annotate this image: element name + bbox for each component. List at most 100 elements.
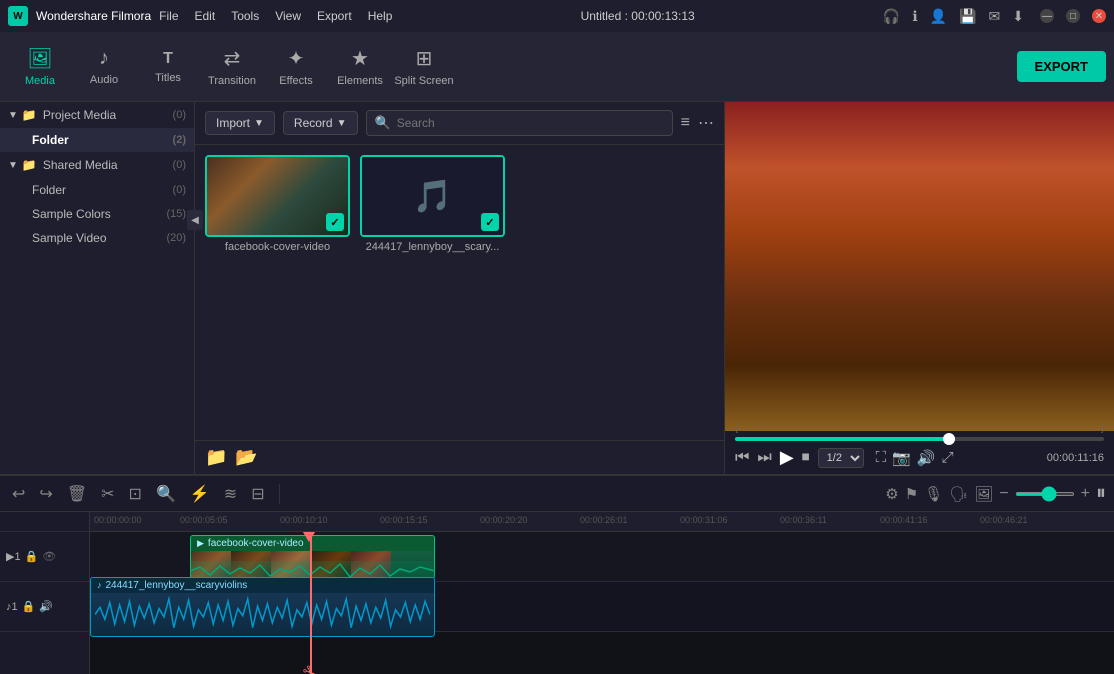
window-title: Untitled : 00:00:13:13 [581, 9, 695, 23]
step-forward-button[interactable]: ⏭ [757, 449, 771, 467]
search-box[interactable]: 🔍 [366, 110, 673, 136]
preview-video [725, 102, 1114, 431]
speed-select[interactable]: 1/2 1 2 [818, 448, 864, 468]
zoom-tl-button[interactable]: 🔍 [152, 482, 180, 506]
sidebar-project-media[interactable]: ▼ 📁 Project Media (0) [0, 102, 194, 128]
toolbar-separator [279, 484, 280, 504]
video-clip-label: facebook-cover-video [208, 538, 304, 549]
menu-edit[interactable]: Edit [195, 9, 216, 23]
sidebar-shared-media[interactable]: ▼ 📁 Shared Media (0) [0, 152, 194, 178]
stop-button[interactable]: ⏹ [802, 449, 810, 467]
media-thumb-audio: 🎵 ✓ [360, 155, 505, 237]
shared-folder-count: (0) [173, 184, 186, 196]
maximize-button[interactable]: □ [1066, 9, 1080, 23]
ruler-mark-0: 00:00:00:00 [94, 515, 142, 525]
email-icon[interactable]: ✉ [989, 8, 1001, 25]
toolbar-audio[interactable]: ♪ Audio [72, 37, 136, 97]
crop-button[interactable]: ⊡ [125, 482, 146, 506]
audio-clip[interactable]: ♪ 244417_lennyboy__scaryviolins [90, 577, 435, 637]
zoom-slider[interactable] [1015, 492, 1075, 496]
undo-button[interactable]: ↩ [8, 482, 29, 506]
menu-tools[interactable]: Tools [231, 9, 259, 23]
preview-right-buttons: ⛶ 📷 🔊 ⤢ [876, 449, 954, 467]
timeline-content: ▶ facebook-cover-video [90, 532, 1114, 674]
preview-image [725, 102, 1114, 431]
out-point[interactable]: } [1101, 423, 1104, 433]
sidebar-item-shared-folder[interactable]: Folder (0) [0, 178, 194, 202]
record-chevron-icon: ▼ [337, 118, 347, 129]
timeline-pause-icon[interactable]: ⏸ [1096, 482, 1106, 505]
toolbar-transition[interactable]: ⇄ Transition [200, 37, 264, 97]
timeline-ruler: 00:00:00:00 00:00:05:05 00:00:10:10 00:0… [90, 512, 1114, 532]
save-icon[interactable]: 💾 [959, 8, 976, 25]
photo-button[interactable]: 🖼 [974, 485, 993, 503]
media-item-video[interactable]: ✓ facebook-cover-video [205, 155, 350, 253]
info-icon[interactable]: ℹ [912, 8, 917, 25]
ruler-mark-8: 00:00:41:16 [880, 515, 928, 525]
minimize-button[interactable]: — [1040, 9, 1054, 23]
record-dropdown[interactable]: Record ▼ [283, 111, 358, 135]
download-icon[interactable]: ⬇ [1012, 8, 1024, 25]
filter-tl-button[interactable]: ⊟ [247, 482, 268, 506]
zoom-out-button[interactable]: − [999, 485, 1008, 503]
main-area: ▼ 📁 Project Media (0) Folder (2) ▼ 📁 Sha… [0, 102, 1114, 474]
mic-button[interactable]: 🎙 [924, 485, 943, 503]
play-button[interactable]: ▶ [780, 447, 794, 468]
toolbar-media-label: Media [25, 75, 55, 87]
sidebar-item-sample-colors[interactable]: Sample Colors (15) [0, 202, 194, 226]
toolbar-elements-label: Elements [337, 75, 383, 87]
lock-icon[interactable]: 🔒 [25, 550, 39, 563]
fullscreen-button[interactable]: ⛶ [876, 449, 887, 467]
voice-button[interactable]: 🗣 [949, 485, 968, 503]
settings-tl-button[interactable]: ⚙ [885, 485, 898, 503]
menu-file[interactable]: File [159, 9, 178, 23]
delete-button[interactable]: 🗑 [63, 482, 91, 506]
audio-lock-icon[interactable]: 🔒 [22, 600, 36, 613]
ruler-mark-6: 00:00:31:06 [680, 515, 728, 525]
volume-button[interactable]: 🔊 [917, 449, 936, 467]
menu-export[interactable]: Export [317, 9, 352, 23]
headphones-icon[interactable]: 🎧 [883, 8, 900, 25]
toolbar-splitscreen[interactable]: ⊞ Split Screen [392, 37, 456, 97]
menu-help[interactable]: Help [368, 9, 393, 23]
search-input[interactable] [397, 116, 664, 130]
flag-button[interactable]: ⚑ [905, 485, 918, 503]
zoom-in-button[interactable]: + [1081, 485, 1090, 503]
cut-button[interactable]: ✂ [97, 482, 118, 506]
seek-bar[interactable]: { } [735, 437, 1104, 441]
toolbar-effects[interactable]: ✦ Effects [264, 37, 328, 97]
account-icon[interactable]: 👤 [930, 8, 947, 25]
toolbar-media[interactable]: 🖼 Media [8, 37, 72, 97]
import-dropdown[interactable]: Import ▼ [205, 111, 275, 135]
motion-button[interactable]: ⚡ [186, 482, 214, 506]
ruler-mark-9: 00:00:46:21 [980, 515, 1028, 525]
eye-icon[interactable]: 👁 [42, 550, 56, 563]
export-button[interactable]: EXPORT [1017, 51, 1106, 82]
expand-button[interactable]: ⤢ [942, 449, 954, 467]
volume-icon[interactable]: 🔊 [39, 600, 53, 613]
seek-handle[interactable] [943, 433, 955, 445]
toolbar-titles[interactable]: T Titles [136, 37, 200, 97]
redo-button[interactable]: ↪ [35, 482, 56, 506]
sidebar-item-sample-video[interactable]: Sample Video (20) [0, 226, 194, 250]
track-label-audio: ♪1 🔒 🔊 [0, 582, 89, 632]
close-button[interactable]: ✕ [1092, 9, 1106, 23]
sidebar-item-folder[interactable]: Folder (2) [0, 128, 194, 152]
filter-button[interactable]: ≡ [681, 114, 690, 132]
media-name-video: facebook-cover-video [225, 241, 330, 253]
menu-view[interactable]: View [275, 9, 301, 23]
folder-label: Folder [32, 133, 173, 147]
ruler-mark-3: 00:00:15:15 [380, 515, 428, 525]
step-back-button[interactable]: ⏮ [735, 449, 749, 467]
speed-button[interactable]: ≋ [220, 482, 241, 506]
screenshot-button[interactable]: 📷 [892, 449, 911, 467]
add-folder-button[interactable]: 📁 [205, 447, 227, 468]
in-point[interactable]: { [735, 423, 738, 433]
media-item-audio[interactable]: 🎵 ✓ 244417_lennyboy__scary... [360, 155, 505, 253]
toolbar-elements[interactable]: ★ Elements [328, 37, 392, 97]
toolbar-effects-label: Effects [279, 75, 312, 87]
new-folder-button[interactable]: 📂 [235, 447, 257, 468]
sidebar-collapse-btn[interactable]: ◀ [187, 210, 195, 230]
grid-view-button[interactable]: ⋯ [698, 113, 714, 133]
music-note-icon: 🎵 [413, 177, 453, 215]
